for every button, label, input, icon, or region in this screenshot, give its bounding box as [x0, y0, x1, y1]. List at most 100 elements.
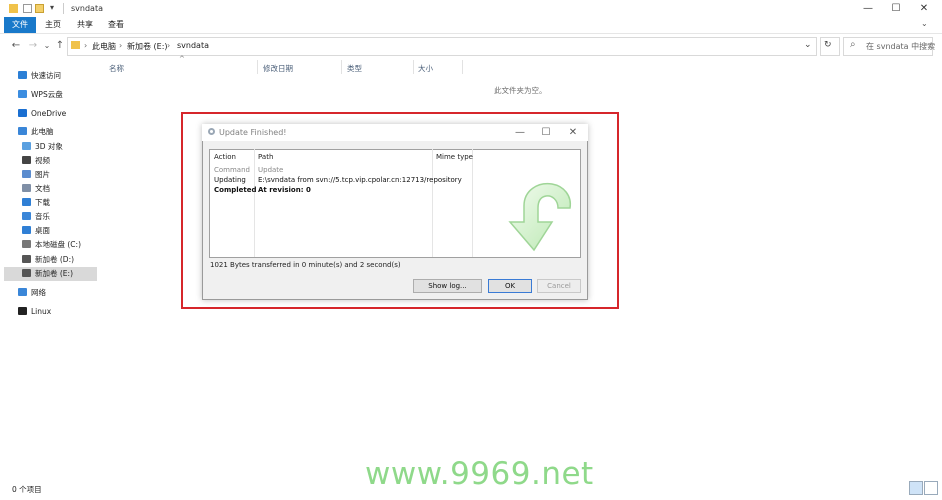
tab-view[interactable]: 查看 [100, 17, 132, 33]
customize-quick-access-icon[interactable]: ▾ [50, 3, 54, 12]
drive-icon [22, 255, 31, 263]
sidebar-item[interactable]: Linux [18, 305, 51, 319]
sidebar-item[interactable]: 音乐 [22, 210, 50, 224]
back-button[interactable]: ← [10, 39, 22, 53]
ribbon-bar [0, 17, 942, 34]
dialog-title: Update Finished! [219, 128, 287, 137]
cube-icon [22, 142, 31, 150]
list-cell-path[interactable]: Update [258, 166, 283, 174]
list-cell-action[interactable]: Completed [214, 186, 257, 194]
picture-icon [22, 170, 31, 178]
breadcrumb-separator[interactable]: › [119, 41, 122, 50]
desktop-icon [22, 226, 31, 234]
sidebar-item-label: OneDrive [31, 109, 67, 118]
up-button[interactable]: ↑ [54, 39, 66, 53]
sidebar-item[interactable]: 此电脑 [18, 125, 54, 139]
sidebar-item[interactable]: 快速访问 [18, 69, 61, 83]
sidebar-item-label: 网络 [31, 288, 46, 297]
dialog-maximize-button[interactable]: ☐ [534, 124, 558, 141]
refresh-button[interactable]: ↻ [824, 40, 832, 50]
show-log-button[interactable]: Show log... [413, 279, 482, 293]
sidebar-item-label: 此电脑 [31, 127, 54, 136]
column-header-type[interactable]: 类型 [347, 63, 362, 74]
address-dropdown-icon[interactable]: ⌄ [804, 40, 812, 50]
list-column-divider [472, 149, 473, 257]
sidebar-item[interactable]: 网络 [18, 286, 46, 300]
recent-locations-button[interactable]: ⌄ [41, 39, 53, 53]
breadcrumb-svndata[interactable]: svndata [177, 41, 209, 50]
window-titlebar [0, 0, 942, 17]
column-header-size[interactable]: 大小 [418, 63, 433, 74]
new-folder-icon[interactable] [35, 4, 44, 13]
sidebar-item[interactable]: 文档 [22, 182, 50, 196]
folder-icon [9, 4, 18, 13]
sidebar-item-label: 视频 [35, 156, 50, 165]
list-header-action[interactable]: Action [214, 153, 236, 161]
sidebar-item[interactable]: 桌面 [22, 224, 50, 238]
list-header-path[interactable]: Path [258, 153, 273, 161]
forward-button[interactable]: → [27, 39, 39, 53]
expand-ribbon-icon[interactable]: ⌄ [921, 19, 928, 28]
list-column-divider [432, 149, 433, 257]
video-icon [22, 156, 31, 164]
breadcrumb-this-pc[interactable]: 此电脑 [92, 41, 116, 52]
column-header-name[interactable]: 名称 [109, 63, 124, 74]
empty-folder-message: 此文件夹为空。 [494, 86, 547, 95]
properties-icon[interactable] [23, 4, 32, 13]
drive-icon [22, 240, 31, 248]
update-arrow-icon [500, 180, 576, 252]
cloud-icon [18, 90, 27, 98]
list-cell-action[interactable]: Command [214, 166, 250, 174]
column-divider[interactable] [257, 60, 258, 74]
minimize-button[interactable]: — [854, 0, 882, 17]
list-cell-path[interactable]: E:\svndata from svn://5.tcp.vip.cpolar.c… [258, 176, 462, 184]
list-cell-action[interactable]: Updating [214, 176, 246, 184]
sidebar-item[interactable]: 下载 [22, 196, 50, 210]
sidebar-item[interactable]: 3D 对象 [22, 140, 63, 154]
column-header-modified[interactable]: 修改日期 [263, 63, 293, 74]
column-divider[interactable] [341, 60, 342, 74]
list-header-mime[interactable]: Mime type [436, 153, 473, 161]
document-icon [22, 184, 31, 192]
maximize-button[interactable]: ☐ [882, 0, 910, 17]
details-view-icon[interactable] [909, 481, 923, 495]
column-divider[interactable] [462, 60, 463, 74]
breadcrumb-drive-e[interactable]: 新加卷 (E:) [127, 41, 168, 52]
tab-share[interactable]: 共享 [69, 17, 101, 33]
download-icon [22, 198, 31, 206]
sidebar-item[interactable]: 本地磁盘 (C:) [22, 238, 81, 252]
window-title: svndata [71, 4, 103, 13]
star-icon [18, 71, 27, 79]
large-icons-view-icon[interactable] [924, 481, 938, 495]
sidebar-item[interactable]: 新加卷 (E:) [22, 267, 73, 281]
close-button[interactable]: ✕ [910, 0, 938, 17]
sidebar-item[interactable]: 新加卷 (D:) [22, 253, 74, 267]
sidebar-item[interactable]: WPS云盘 [18, 88, 63, 102]
breadcrumb-separator[interactable]: › [84, 41, 87, 50]
sidebar-item-label: 快速访问 [31, 71, 61, 80]
transfer-info: 1021 Bytes transferred in 0 minute(s) an… [210, 261, 401, 269]
sidebar-item-label: 本地磁盘 (C:) [35, 240, 81, 249]
linux-icon [18, 307, 27, 315]
sidebar-item-label: Linux [31, 307, 52, 316]
ok-button[interactable]: OK [488, 279, 532, 293]
list-cell-path[interactable]: At revision: 0 [258, 186, 311, 194]
sidebar-item[interactable]: 视频 [22, 154, 50, 168]
tab-file[interactable]: 文件 [4, 17, 36, 33]
watermark-text: www.9969.net [365, 456, 594, 492]
column-divider[interactable] [413, 60, 414, 74]
sidebar-item[interactable]: OneDrive [18, 107, 66, 121]
sidebar-item[interactable]: 图片 [22, 168, 50, 182]
dialog-close-button[interactable]: ✕ [561, 124, 585, 141]
tab-home[interactable]: 主页 [37, 17, 69, 33]
drive-icon [22, 269, 31, 277]
tortoisesvn-icon [207, 127, 216, 136]
sidebar-item-label: 图片 [35, 170, 50, 179]
title-divider [63, 3, 64, 14]
sidebar-item-label: 3D 对象 [35, 142, 63, 151]
sort-ascending-icon: ^ [179, 55, 185, 63]
cancel-button[interactable]: Cancel [537, 279, 581, 293]
breadcrumb-separator[interactable]: › [167, 41, 170, 50]
sidebar-item-label: 文档 [35, 184, 50, 193]
dialog-minimize-button[interactable]: — [508, 124, 532, 141]
